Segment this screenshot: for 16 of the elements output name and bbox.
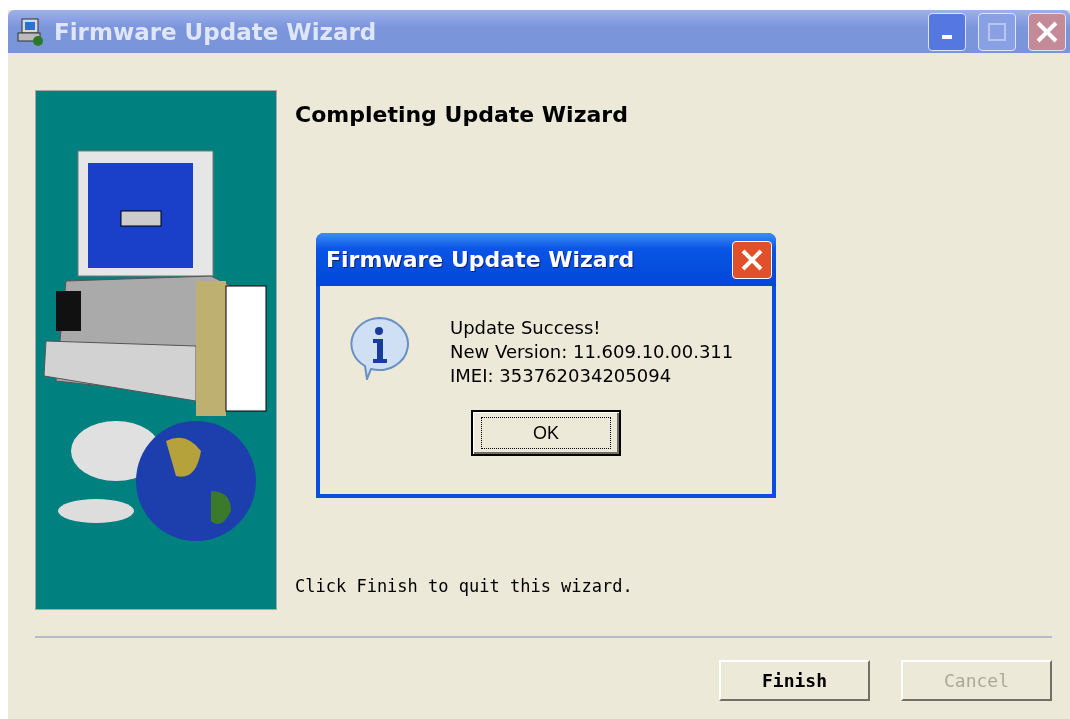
message-text: New Version: 11.609.10.00.311 [450, 340, 734, 364]
window-title: Firmware Update Wizard [54, 18, 378, 45]
app-icon [16, 16, 46, 47]
minimize-icon [942, 34, 952, 39]
maximize-icon [987, 21, 1007, 42]
close-button[interactable] [1028, 12, 1066, 51]
message-text: IMEI: 353762034205094 [450, 364, 673, 388]
finish-button[interactable]: Finish [719, 660, 870, 701]
close-icon [740, 247, 764, 272]
dialog-title: Firmware Update Wizard [326, 247, 635, 272]
close-icon [1035, 19, 1059, 44]
message-text: Update Success! [450, 316, 602, 340]
instruction-text: Click Finish to quit this wizard. [295, 576, 634, 596]
minimize-button[interactable] [928, 12, 966, 51]
ok-button[interactable]: OK [471, 410, 621, 456]
wizard-heading: Completing Update Wizard [295, 102, 629, 127]
